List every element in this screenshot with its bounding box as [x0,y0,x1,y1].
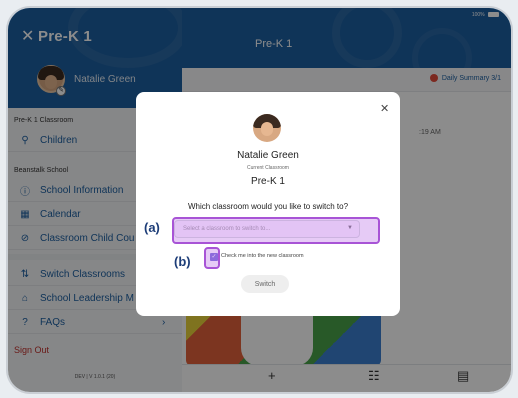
close-icon[interactable]: ✕ [380,102,389,115]
avatar [253,114,281,142]
annotation-box-b [204,247,220,269]
annotation-label-b: (b) [174,254,191,269]
user-name: Natalie Green [237,150,299,161]
tablet-screen: ✕ Pre-K 1 ✎ Natalie Green Pre-K 1 Classr… [8,8,511,392]
annotation-label-a: (a) [144,220,160,235]
current-classroom-value: Pre-K 1 [251,176,285,187]
annotation-box-a [172,217,380,244]
current-classroom-label: Current Classroom [247,165,289,171]
checkin-checkbox-label: Check me into the new classroom [221,253,304,259]
switch-question: Which classroom would you like to switch… [187,202,349,211]
switch-classroom-modal: ✕ Natalie Green Current Classroom Pre-K … [136,92,400,316]
screenshot-frame: ✕ Pre-K 1 ✎ Natalie Green Pre-K 1 Classr… [0,0,518,398]
switch-button[interactable]: Switch [241,275,289,293]
